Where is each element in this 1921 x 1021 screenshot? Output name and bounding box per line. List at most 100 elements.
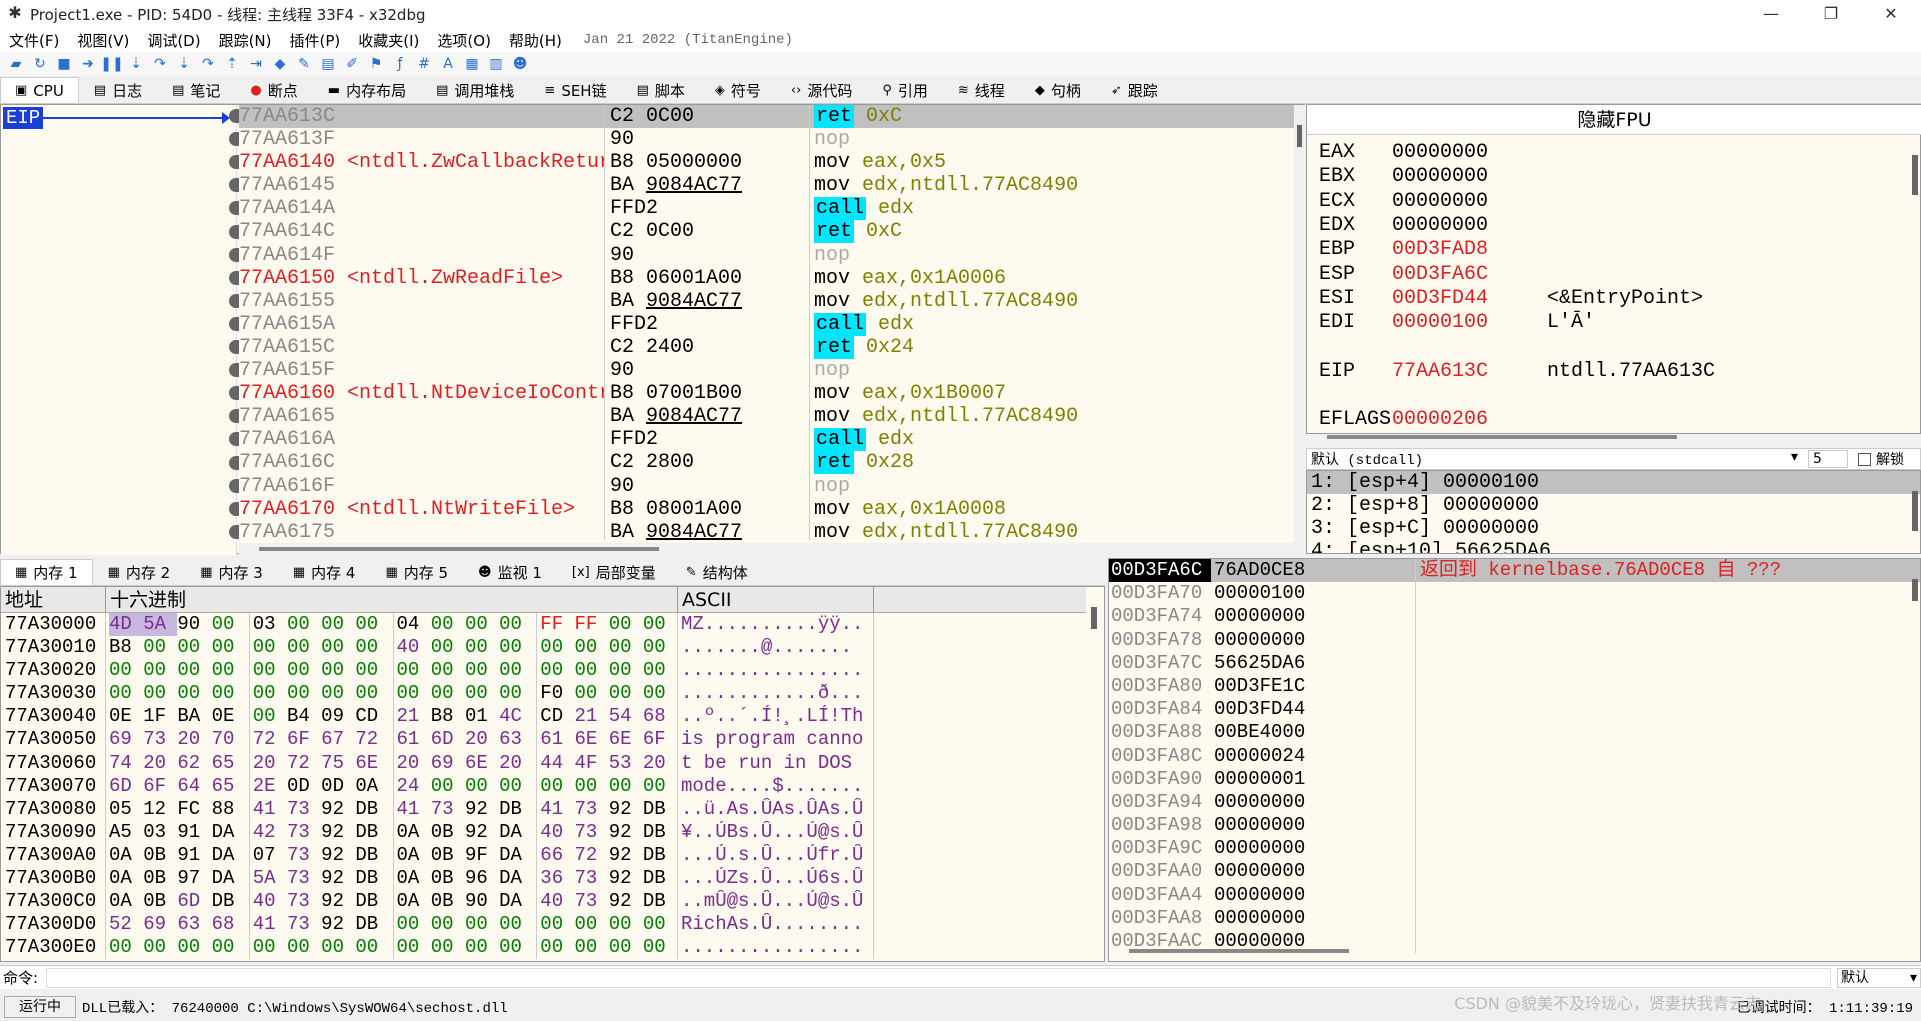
- hex-byte[interactable]: 0E: [212, 705, 246, 728]
- step-into-icon[interactable]: ⇣: [124, 53, 148, 75]
- hex-byte[interactable]: 00: [643, 936, 677, 959]
- hex-byte[interactable]: 00: [643, 775, 677, 798]
- hex-byte[interactable]: 00: [575, 636, 609, 659]
- stack-row[interactable]: 00D3FA8C 00000024: [1109, 744, 1920, 768]
- hex-byte[interactable]: 73: [575, 867, 609, 890]
- hex-byte[interactable]: B4: [287, 705, 321, 728]
- hex-byte[interactable]: B8: [109, 636, 143, 659]
- register-row[interactable]: EBX 00000000: [1319, 165, 1547, 189]
- dump-row[interactable]: 77A300E0 00 00 00 00 00 00 00 00 00 00 00 00 00 00 00 00…: [1, 936, 1086, 960]
- arguments-pane[interactable]: 1: [esp+4] 00000100 2: [esp+8] 00000000 3:…: [1306, 470, 1921, 554]
- register-row[interactable]: ESI 00D3FD44 <&EntryPoint>: [1319, 287, 1703, 311]
- stack-row[interactable]: 00D3FA7C 56625DA6: [1109, 651, 1920, 675]
- hex-byte[interactable]: 00: [465, 659, 499, 682]
- dump-rows[interactable]: 77A30000 4D 5A 90 00 03 00 00 00 04 00 00 00 FF FF 00 00…: [1, 613, 1086, 963]
- hex-byte[interactable]: DA: [212, 867, 246, 890]
- hex-byte[interactable]: 00: [321, 682, 355, 705]
- hex-byte[interactable]: 20: [177, 728, 211, 751]
- register-row[interactable]: ESP 00D3FA6C: [1319, 263, 1547, 287]
- hex-byte[interactable]: DB: [355, 913, 389, 936]
- hex-byte[interactable]: 74: [109, 752, 143, 775]
- hex-byte[interactable]: 92: [609, 798, 643, 821]
- argument-row[interactable]: 4: [esp+10] 56625DA6: [1307, 540, 1920, 553]
- tab-source[interactable]: ‹› 源代码: [776, 77, 867, 103]
- breakpoint-dot-icon[interactable]: [229, 316, 239, 331]
- hex-byte[interactable]: 0B: [143, 844, 177, 867]
- hex-byte[interactable]: 6E: [609, 728, 643, 751]
- breakpoint-dot-icon[interactable]: [229, 363, 239, 378]
- dump-row[interactable]: 77A300B0 0A 0B 97 DA 5A 73 92 DB 0A 0B 96 DA 36 73 92 DB…: [1, 867, 1086, 891]
- hex-byte[interactable]: 92: [321, 890, 355, 913]
- breakpoint-dot-icon[interactable]: [229, 478, 239, 493]
- comment-icon[interactable]: ▤: [316, 53, 340, 75]
- hex-byte[interactable]: 00: [397, 936, 431, 959]
- hex-byte[interactable]: 00: [609, 636, 643, 659]
- disasm-row[interactable]: 77AA6140 <ntdll.ZwCallbackRetur B8 050000…: [239, 151, 1294, 175]
- hex-byte[interactable]: 40: [540, 890, 574, 913]
- hex-byte[interactable]: 0A: [355, 775, 389, 798]
- disassembly-list[interactable]: 77AA613C C2 0C00 ret 0xC 77AA613F 90 nop 77AA…: [239, 105, 1294, 540]
- register-row[interactable]: EAX 00000000: [1319, 141, 1547, 165]
- hex-byte[interactable]: DB: [499, 798, 533, 821]
- hash-icon[interactable]: #: [412, 53, 436, 75]
- dump-row[interactable]: 77A30050 69 73 20 70 72 6F 67 72 61 6D 20 63 61 6E 6E 6F…: [1, 728, 1086, 752]
- stack-pane[interactable]: 00D3FA6C 76AD0CE8 返回到 kernelbase.76AD0CE8 …: [1108, 558, 1921, 962]
- step-over-icon[interactable]: ↷: [148, 53, 172, 75]
- hex-byte[interactable]: 61: [540, 728, 574, 751]
- dump-row[interactable]: 77A300D0 52 69 63 68 41 73 92 DB 00 00 00 00 00 00 00 00…: [1, 913, 1086, 937]
- hex-byte[interactable]: 00: [643, 659, 677, 682]
- hex-byte[interactable]: 00: [355, 659, 389, 682]
- hex-byte[interactable]: 72: [287, 752, 321, 775]
- breakpoint-dot-icon[interactable]: [229, 178, 239, 193]
- stack-row[interactable]: 00D3FAA8 00000000: [1109, 906, 1920, 930]
- close-icon[interactable]: ✕: [1861, 0, 1921, 28]
- registers-hscrollbar[interactable]: [1327, 435, 1677, 439]
- hex-byte[interactable]: DA: [499, 844, 533, 867]
- hex-byte[interactable]: DB: [355, 844, 389, 867]
- hex-byte[interactable]: DB: [643, 867, 677, 890]
- hex-byte[interactable]: 00: [609, 775, 643, 798]
- hex-byte[interactable]: 92: [321, 821, 355, 844]
- hex-byte[interactable]: 00: [431, 936, 465, 959]
- stack-scrollbar[interactable]: [1912, 579, 1918, 601]
- restore-icon[interactable]: ❐: [1801, 0, 1861, 28]
- dump-row[interactable]: 77A30070 6D 6F 64 65 2E 0D 0D 0A 24 00 00 00 00 00 00 00…: [1, 774, 1086, 798]
- hex-byte[interactable]: 00: [540, 636, 574, 659]
- breakpoint-dot-icon[interactable]: [229, 524, 239, 539]
- hex-byte[interactable]: 44: [540, 752, 574, 775]
- tab-trace[interactable]: ➶ 跟踪: [1096, 77, 1173, 103]
- breakpoint-dot-icon[interactable]: [229, 501, 239, 516]
- hex-byte[interactable]: F0: [540, 682, 574, 705]
- register-value[interactable]: 00000000: [1392, 165, 1547, 189]
- menu-item-3[interactable]: 跟踪(N): [210, 30, 281, 51]
- hex-byte[interactable]: 72: [575, 844, 609, 867]
- argument-row[interactable]: 2: [esp+8] 00000000: [1307, 494, 1920, 517]
- breakpoint-dot-icon[interactable]: [229, 386, 239, 401]
- disasm-row[interactable]: 77AA6170 <ntdll.NtWriteFile> B8 08001A00 m…: [239, 497, 1294, 521]
- hex-byte[interactable]: 00: [143, 636, 177, 659]
- hex-byte[interactable]: 1F: [143, 705, 177, 728]
- stack-hscrollbar[interactable]: [1129, 949, 1349, 953]
- hex-byte[interactable]: 92: [465, 798, 499, 821]
- dump-row[interactable]: 77A30000 4D 5A 90 00 03 00 00 00 04 00 00 00 FF FF 00 00…: [1, 613, 1086, 637]
- command-input[interactable]: [46, 967, 1831, 988]
- hex-byte[interactable]: 00: [177, 682, 211, 705]
- hex-byte[interactable]: 00: [321, 659, 355, 682]
- hex-byte[interactable]: 41: [253, 913, 287, 936]
- register-value[interactable]: 77AA613C: [1392, 360, 1547, 384]
- dump-row[interactable]: 77A300A0 0A 0B 91 DA 07 73 92 DB 0A 0B 9F DA 66 72 92 DB…: [1, 843, 1086, 868]
- hex-byte[interactable]: 6E: [355, 752, 389, 775]
- breakpoint-dot-icon[interactable]: [229, 247, 239, 262]
- breakpoint-dot-icon[interactable]: [229, 340, 239, 354]
- dump-row[interactable]: 77A30040 0E 1F BA 0E 00 B4 09 CD 21 B8 01 4C CD 21 54 68…: [1, 705, 1086, 729]
- stack-row[interactable]: 00D3FA94 00000000: [1109, 790, 1920, 815]
- label-icon[interactable]: ✐: [340, 53, 364, 75]
- register-row[interactable]: EFLAGS00000206: [1319, 408, 1547, 432]
- hex-byte[interactable]: 73: [287, 913, 321, 936]
- tab-callstack[interactable]: ▤ 调用堆栈: [421, 77, 529, 103]
- hex-byte[interactable]: 42: [253, 821, 287, 844]
- hex-byte[interactable]: 00: [355, 682, 389, 705]
- hex-byte[interactable]: 00: [540, 913, 574, 936]
- hex-byte[interactable]: 96: [465, 867, 499, 890]
- hex-byte[interactable]: 00: [609, 936, 643, 959]
